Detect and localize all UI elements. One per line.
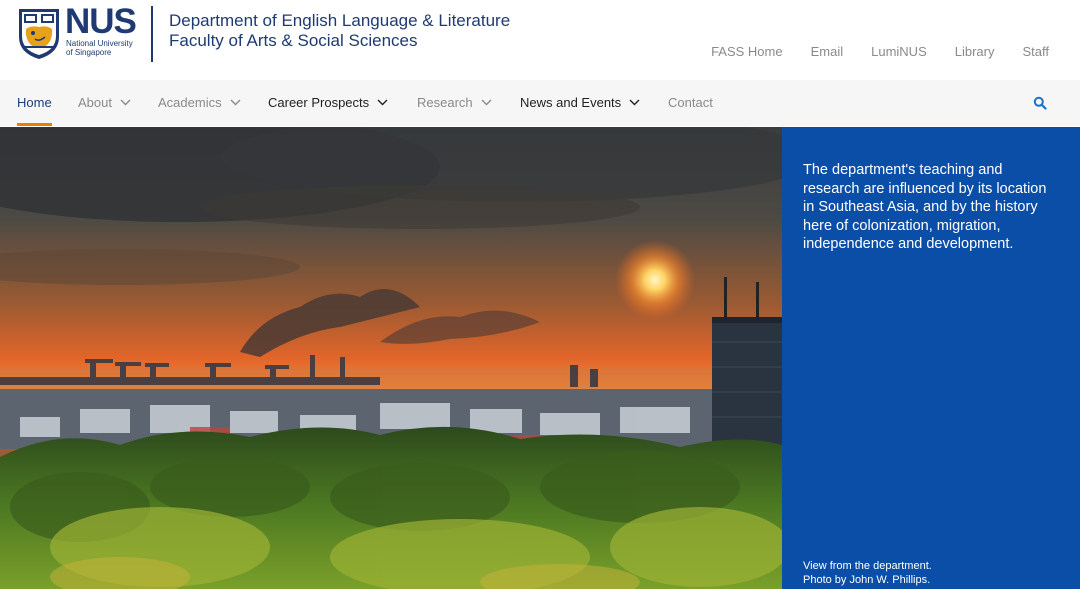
nav-item-label: About [78, 95, 112, 110]
nus-subtitle-line2: of Singapore [66, 48, 112, 57]
search-icon[interactable] [1033, 96, 1047, 110]
utility-link-fass-home[interactable]: FASS Home [711, 44, 783, 59]
photo-caption: View from the department. Photo by John … [803, 559, 1043, 587]
nav-item-news-and-events[interactable]: News and Events [520, 80, 640, 126]
chevron-down-icon [629, 99, 640, 106]
hero-photo [0, 127, 782, 589]
utility-links: FASS Home Email LumiNUS Library Staff [683, 44, 1049, 59]
logo-divider [151, 6, 153, 62]
nus-crest-icon[interactable] [17, 7, 61, 61]
hero-description: The department's teaching and research a… [803, 162, 1047, 252]
nav-item-contact[interactable]: Contact [668, 80, 713, 126]
chevron-down-icon [120, 99, 131, 106]
utility-link-email[interactable]: Email [811, 44, 844, 59]
nav-item-label: Contact [668, 95, 713, 110]
hero-info-panel: The department's teaching and research a… [782, 127, 1080, 589]
nus-subtitle: National University of Singapore [66, 39, 133, 57]
department-title[interactable]: Department of English Language & Literat… [169, 11, 510, 51]
main-nav: Home About Academics Career Prospects Re… [0, 80, 1080, 126]
nus-subtitle-line1: National University [66, 39, 133, 48]
site-header: NUS National University of Singapore Dep… [0, 0, 1080, 81]
utility-link-luminus[interactable]: LumiNUS [871, 44, 927, 59]
nav-item-label: Academics [158, 95, 222, 110]
nav-item-label: Research [417, 95, 473, 110]
nav-item-home[interactable]: Home [17, 80, 52, 126]
chevron-down-icon [377, 99, 388, 106]
faculty-name: Faculty of Arts & Social Sciences [169, 31, 418, 50]
chevron-down-icon [230, 99, 241, 106]
utility-link-library[interactable]: Library [955, 44, 995, 59]
sunset-skyline-image [0, 127, 782, 589]
nav-item-career-prospects[interactable]: Career Prospects [268, 80, 388, 126]
department-name: Department of English Language & Literat… [169, 11, 511, 30]
nav-item-research[interactable]: Research [417, 80, 492, 126]
nav-item-label: News and Events [520, 95, 622, 110]
utility-link-staff[interactable]: Staff [1022, 44, 1049, 59]
photo-caption-line2: Photo by John W. Phillips. [803, 574, 931, 586]
nav-item-label: Career Prospects [268, 95, 370, 110]
photo-caption-line1: View from the department. [803, 560, 932, 572]
nus-wordmark[interactable]: NUS [65, 2, 137, 42]
chevron-down-icon [481, 99, 492, 106]
nav-item-about[interactable]: About [78, 80, 131, 126]
nav-item-label: Home [17, 95, 52, 110]
nav-item-academics[interactable]: Academics [158, 80, 241, 126]
